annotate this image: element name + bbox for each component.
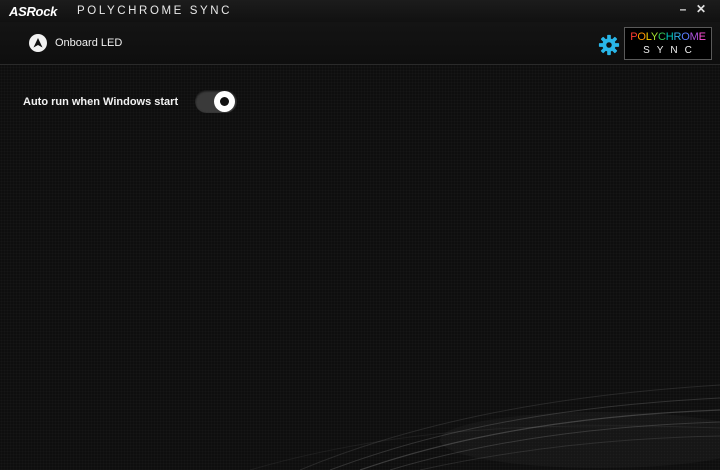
header-divider — [0, 64, 720, 65]
logo-letter: M — [689, 31, 699, 43]
logo-polychrome-text: POLYCHROME — [625, 31, 711, 43]
asrock-brand: ASRock — [9, 4, 58, 19]
rocket-icon — [29, 34, 47, 52]
auto-run-label: Auto run when Windows start — [23, 96, 179, 108]
title-bar[interactable]: ASRock POLYCHROME SYNC – ✕ — [0, 0, 720, 22]
logo-sync-text: SYNC — [643, 45, 699, 56]
gear-icon[interactable] — [598, 34, 620, 56]
logo-letter: H — [665, 31, 674, 43]
close-button[interactable]: ✕ — [691, 1, 711, 17]
app-title: POLYCHROME SYNC — [77, 5, 233, 17]
logo-letter: C — [658, 31, 666, 43]
logo-letter: E — [698, 31, 706, 43]
auto-run-toggle[interactable] — [195, 90, 237, 113]
toggle-knob-dot — [220, 97, 229, 106]
nav-item-label: Onboard LED — [55, 37, 123, 49]
logo-letter: Y — [650, 31, 659, 43]
nav-item-onboard-led[interactable]: Onboard LED — [29, 33, 122, 53]
polychrome-sync-logo: POLYCHROME SYNC — [624, 27, 712, 60]
logo-letter: O — [637, 31, 646, 43]
logo-letter: O — [681, 31, 690, 43]
background-wave-decoration — [249, 384, 720, 470]
app-window: ASRock POLYCHROME SYNC – ✕ Onboard LED P… — [0, 0, 720, 470]
minimize-button[interactable]: – — [673, 1, 693, 17]
toggle-knob — [214, 91, 235, 112]
